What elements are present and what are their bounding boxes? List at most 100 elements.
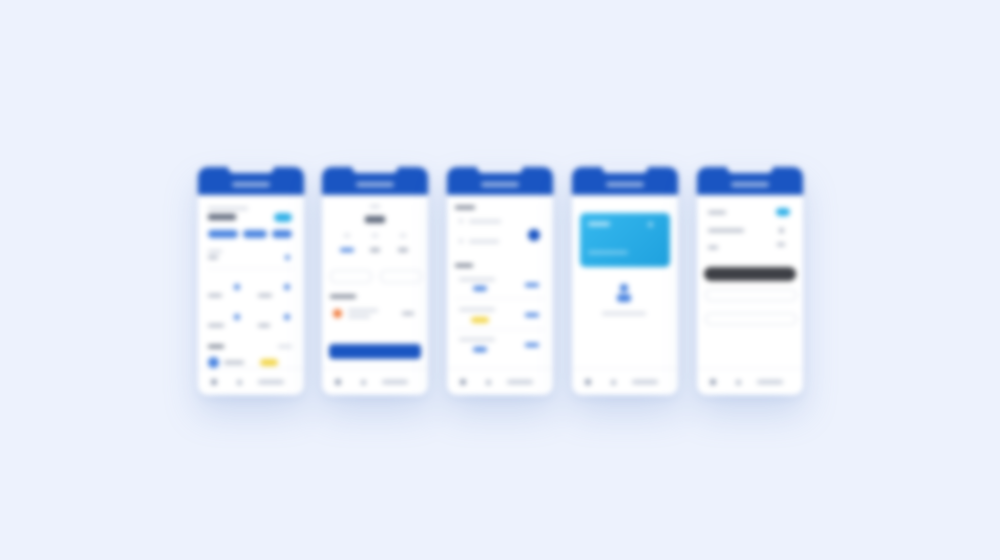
- merchant-name: [348, 309, 378, 312]
- add-button[interactable]: [274, 213, 292, 222]
- info-label: [208, 250, 222, 253]
- hint-text: [602, 312, 646, 315]
- setting-icon[interactable]: [779, 228, 784, 233]
- screen-title: [232, 182, 270, 187]
- phone-card: [572, 167, 678, 395]
- stat-icon-2: [284, 284, 290, 290]
- card-icon[interactable]: [361, 380, 366, 385]
- info-icon: [285, 255, 290, 260]
- card-icon[interactable]: [486, 380, 491, 385]
- nav-label[interactable]: [757, 380, 783, 384]
- list-item-action[interactable]: [525, 313, 539, 317]
- home-icon[interactable]: [460, 379, 466, 385]
- payment-card[interactable]: [580, 213, 670, 267]
- list-item-tag: [473, 286, 487, 291]
- home-icon[interactable]: [710, 379, 716, 385]
- option-label-1: [344, 234, 350, 237]
- section-title: [330, 295, 356, 298]
- screen-title: [606, 182, 644, 187]
- home-icon[interactable]: [211, 379, 217, 385]
- avatar: [208, 357, 219, 368]
- header-bar: [322, 167, 428, 195]
- phone-settings: [697, 167, 803, 395]
- stat-label-1: [208, 294, 222, 297]
- phone-notch: [727, 167, 773, 173]
- list-item-tag: [473, 347, 487, 352]
- list-item-title: [459, 338, 495, 341]
- header-bar: [697, 167, 803, 195]
- action-button-3[interactable]: [272, 230, 292, 238]
- stat-icon-4: [284, 314, 290, 320]
- phone-dashboard: [198, 167, 304, 395]
- phone-notch: [228, 167, 274, 173]
- stat-label-2: [258, 294, 272, 297]
- nav-label[interactable]: [258, 380, 284, 384]
- screens-row: [0, 0, 1000, 560]
- card-number: [588, 251, 628, 254]
- home-icon[interactable]: [335, 379, 341, 385]
- confirm-button[interactable]: [329, 344, 421, 359]
- radio-icon[interactable]: [459, 219, 463, 223]
- merchant-icon: [333, 309, 342, 318]
- header-bar: [198, 167, 304, 195]
- bottom-nav: [697, 368, 803, 395]
- screen-title: [481, 182, 519, 187]
- stat-icon-1: [234, 284, 240, 290]
- divider: [455, 298, 545, 299]
- bottom-nav: [572, 368, 678, 395]
- card-icon[interactable]: [237, 380, 242, 385]
- setting-value[interactable]: [777, 243, 785, 246]
- amount-value: [365, 216, 385, 223]
- nav-label[interactable]: [507, 380, 533, 384]
- bottom-nav: [198, 368, 304, 395]
- list-item-title: [459, 278, 495, 281]
- radio-icon[interactable]: [459, 239, 463, 243]
- phone-notch: [352, 167, 398, 173]
- see-all-link[interactable]: [278, 345, 292, 348]
- option-chip-2[interactable]: [370, 248, 380, 252]
- toggle-switch[interactable]: [776, 208, 790, 216]
- option-text-1: [469, 220, 501, 223]
- dark-action-button[interactable]: [704, 267, 796, 281]
- merchant-detail: [348, 315, 370, 318]
- option-button-1[interactable]: [330, 270, 372, 283]
- screen-title: [356, 182, 394, 187]
- option-button-2[interactable]: [380, 270, 422, 283]
- card-icon[interactable]: [736, 380, 741, 385]
- card-brand-icon: [648, 222, 653, 227]
- action-button-2[interactable]: [243, 230, 267, 238]
- section-title-2: [455, 264, 473, 267]
- balance-value: [208, 214, 236, 220]
- amount-label: [370, 205, 380, 208]
- stat-icon-3: [234, 314, 240, 320]
- info-value: [208, 256, 218, 259]
- card-icon[interactable]: [611, 380, 616, 385]
- bottom-nav: [322, 368, 428, 395]
- option-label-3: [400, 234, 406, 237]
- action-button-1[interactable]: [208, 230, 238, 238]
- screen-title: [731, 182, 769, 187]
- outline-button-1[interactable]: [705, 289, 797, 301]
- option-text-2: [469, 240, 499, 243]
- bottom-nav: [447, 368, 553, 395]
- outline-button-2[interactable]: [705, 313, 797, 325]
- option-chip-1[interactable]: [340, 248, 354, 252]
- setting-label-3: [708, 246, 718, 249]
- divider: [455, 329, 545, 330]
- nav-label[interactable]: [382, 380, 408, 384]
- phone-list: [447, 167, 553, 395]
- setting-label-2: [708, 229, 744, 232]
- option-chip-3[interactable]: [398, 248, 408, 252]
- list-item-action[interactable]: [525, 343, 539, 347]
- home-icon[interactable]: [585, 379, 591, 385]
- header-bar: [447, 167, 553, 195]
- section-title: [208, 345, 224, 348]
- list-item-action[interactable]: [525, 283, 539, 287]
- list-item-title: [459, 308, 495, 311]
- greeting-text: [208, 207, 248, 210]
- nav-label[interactable]: [632, 380, 658, 384]
- add-circle-button[interactable]: [528, 229, 540, 241]
- phone-notch: [602, 167, 648, 173]
- stat-label-4: [258, 324, 270, 327]
- option-label-2: [372, 234, 378, 237]
